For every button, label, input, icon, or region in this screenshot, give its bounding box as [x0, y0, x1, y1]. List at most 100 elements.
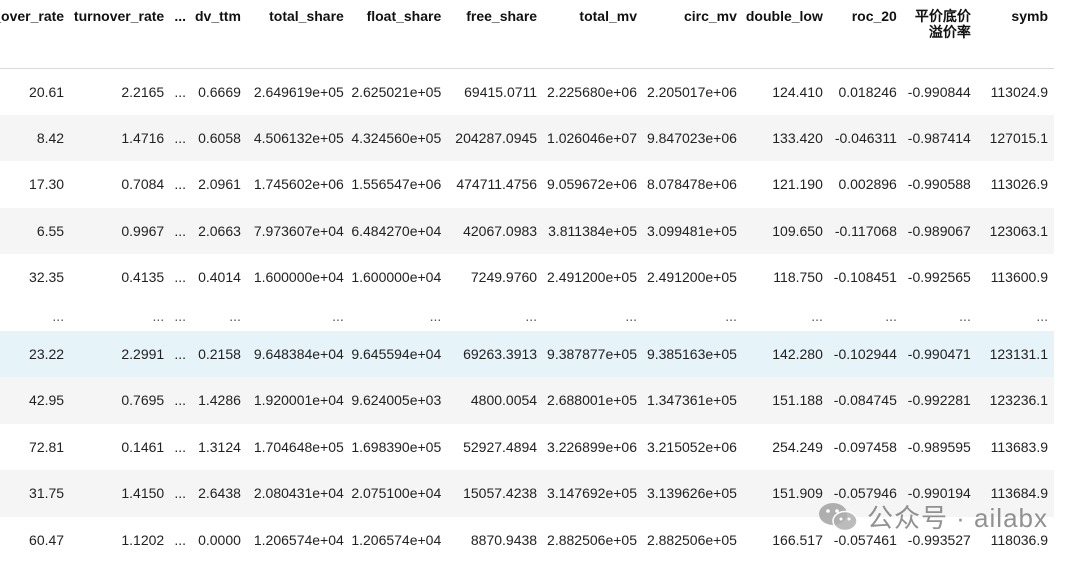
- table-cell: ...: [170, 424, 192, 471]
- table-cell: 1.026046e+07: [543, 115, 643, 162]
- table-cell: ...: [70, 301, 170, 331]
- table-row[interactable]: 23.222.2991...0.21589.648384e+049.645594…: [0, 331, 1054, 378]
- column-header[interactable]: roc_20: [829, 0, 903, 68]
- column-header[interactable]: turnover_rate: [70, 0, 170, 68]
- table-cell: 113683.9: [977, 424, 1054, 471]
- table-cell: 1.4150: [70, 470, 170, 517]
- table-cell: 2.882506e+05: [543, 517, 643, 563]
- table-cell: 2.2165: [70, 68, 170, 115]
- table-cell: 1.347361e+05: [643, 377, 743, 424]
- column-header[interactable]: 平价底价 溢价率: [903, 0, 977, 68]
- column-header[interactable]: total_mv: [543, 0, 643, 68]
- table-cell: 109.650: [743, 208, 829, 255]
- table-cell: ...: [192, 301, 247, 331]
- table-cell: ...: [170, 208, 192, 255]
- table-cell: 0.9967: [70, 208, 170, 255]
- table-cell: 0.002896: [829, 161, 903, 208]
- table-cell: 2.0961: [192, 161, 247, 208]
- column-header[interactable]: float_share: [350, 0, 447, 68]
- watermark: 公众号 · ailabx: [817, 498, 1048, 535]
- table-cell: 52927.4894: [447, 424, 543, 471]
- column-header[interactable]: circ_mv: [643, 0, 743, 68]
- table-cell: 3.811384e+05: [543, 208, 643, 255]
- table-cell: 113024.9: [977, 68, 1054, 115]
- table-cell: 15057.4238: [447, 470, 543, 517]
- table-cell: 133.420: [743, 115, 829, 162]
- table-cell: 474711.4756: [447, 161, 543, 208]
- table-cell: -0.992565: [903, 254, 977, 301]
- table-cell: ...: [170, 301, 192, 331]
- table-cell: 2.6438: [192, 470, 247, 517]
- table-cell: -0.989067: [903, 208, 977, 255]
- table-cell: 142.280: [743, 331, 829, 378]
- table-cell: 2.0663: [192, 208, 247, 255]
- table-cell: 1.4286: [192, 377, 247, 424]
- table-row[interactable]: 20.612.2165...0.66692.649619e+052.625021…: [0, 68, 1054, 115]
- table-row[interactable]: 72.810.1461...1.31241.704648e+051.698390…: [0, 424, 1054, 471]
- table-cell: 6.484270e+04: [350, 208, 447, 255]
- table-cell: 6.55: [0, 208, 70, 255]
- table-cell: ...: [170, 161, 192, 208]
- table-cell: 2.080431e+04: [247, 470, 350, 517]
- wechat-icon: [817, 500, 859, 534]
- table-row[interactable]: 6.550.9967...2.06637.973607e+046.484270e…: [0, 208, 1054, 255]
- table-cell: 4.324560e+05: [350, 115, 447, 162]
- table-cell: 23.22: [0, 331, 70, 378]
- table-cell: 0.1461: [70, 424, 170, 471]
- table-cell: 9.645594e+04: [350, 331, 447, 378]
- table-cell: 121.190: [743, 161, 829, 208]
- table-cell: ...: [170, 68, 192, 115]
- table-row[interactable]: 17.300.7084...2.09611.745602e+061.556547…: [0, 161, 1054, 208]
- table-cell: -0.108451: [829, 254, 903, 301]
- table-cell: 1.3124: [192, 424, 247, 471]
- column-header[interactable]: symb: [977, 0, 1054, 68]
- table-cell: 8870.9438: [447, 517, 543, 563]
- table-cell: 0.7084: [70, 161, 170, 208]
- table-row[interactable]: 42.950.7695...1.42861.920001e+049.624005…: [0, 377, 1054, 424]
- column-header[interactable]: b_over_rate: [0, 0, 70, 68]
- table-cell: 1.4716: [70, 115, 170, 162]
- table-cell: 1.206574e+04: [247, 517, 350, 563]
- ellipsis-row[interactable]: .......................................: [0, 301, 1054, 331]
- table-cell: 0.4135: [70, 254, 170, 301]
- table-cell: 3.139626e+05: [643, 470, 743, 517]
- table-cell: ...: [829, 301, 903, 331]
- column-header[interactable]: total_share: [247, 0, 350, 68]
- table-cell: -0.990844: [903, 68, 977, 115]
- table-cell: 0.6058: [192, 115, 247, 162]
- table-cell: 124.410: [743, 68, 829, 115]
- table-cell: ...: [170, 115, 192, 162]
- table-cell: -0.046311: [829, 115, 903, 162]
- table-cell: 9.624005e+03: [350, 377, 447, 424]
- table-cell: 118.750: [743, 254, 829, 301]
- table-cell: ...: [743, 301, 829, 331]
- table-cell: 72.81: [0, 424, 70, 471]
- table-cell: 69415.0711: [447, 68, 543, 115]
- watermark-text: 公众号 · ailabx: [867, 498, 1048, 535]
- dataframe-table: b_over_rateturnover_rate...dv_ttmtotal_s…: [0, 0, 1054, 563]
- table-cell: 0.018246: [829, 68, 903, 115]
- table-row[interactable]: 32.350.4135...0.40141.600000e+041.600000…: [0, 254, 1054, 301]
- table-cell: -0.987414: [903, 115, 977, 162]
- table-cell: ...: [903, 301, 977, 331]
- table-cell: -0.989595: [903, 424, 977, 471]
- table-cell: 123131.1: [977, 331, 1054, 378]
- table-cell: 1.1202: [70, 517, 170, 563]
- table-cell: 1.698390e+05: [350, 424, 447, 471]
- column-header[interactable]: dv_ttm: [192, 0, 247, 68]
- column-header[interactable]: ...: [170, 0, 192, 68]
- table-cell: 113600.9: [977, 254, 1054, 301]
- table-cell: 1.745602e+06: [247, 161, 350, 208]
- table-cell: 0.2158: [192, 331, 247, 378]
- table-cell: 1.556547e+06: [350, 161, 447, 208]
- table-cell: ...: [247, 301, 350, 331]
- table-cell: 2.205017e+06: [643, 68, 743, 115]
- table-cell: 127015.1: [977, 115, 1054, 162]
- table-cell: ...: [170, 517, 192, 563]
- table-row[interactable]: 8.421.4716...0.60584.506132e+054.324560e…: [0, 115, 1054, 162]
- table-cell: -0.102944: [829, 331, 903, 378]
- table-cell: 0.4014: [192, 254, 247, 301]
- column-header[interactable]: double_low: [743, 0, 829, 68]
- table-cell: 1.704648e+05: [247, 424, 350, 471]
- column-header[interactable]: free_share: [447, 0, 543, 68]
